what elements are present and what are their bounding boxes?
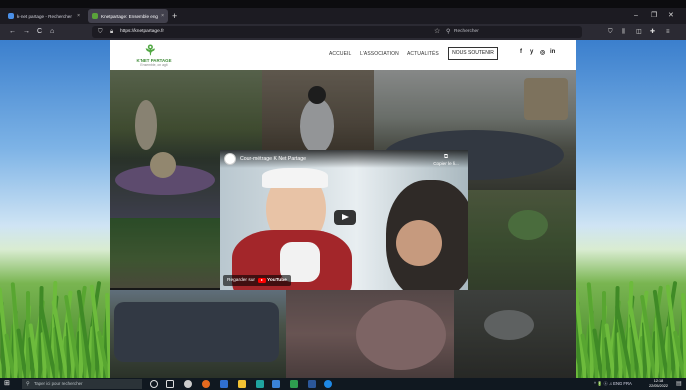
- reload-button[interactable]: C: [37, 26, 42, 38]
- browser-tab-bar: k-net partage - Rechercher × Knetpartage…: [0, 8, 686, 24]
- tab-search[interactable]: k-net partage - Rechercher ×: [4, 9, 84, 23]
- site-header: ⚘ K'NET PARTAGE Ensemble, on agit ACCUEI…: [110, 40, 576, 70]
- site-favicon-icon: [92, 13, 98, 19]
- address-bar[interactable]: ⛉ 🔒︎ https://knetpartage.fr ☆ ⚲ Recherch…: [92, 26, 582, 38]
- channel-avatar[interactable]: [224, 153, 236, 165]
- linkedin-icon[interactable]: in: [550, 49, 555, 55]
- instagram-icon[interactable]: ◎: [540, 49, 545, 56]
- maximize-button[interactable]: ❐: [651, 9, 657, 23]
- close-tab-icon[interactable]: ×: [161, 13, 164, 19]
- watch-label: Regarder sur: [227, 278, 255, 283]
- menu-icon[interactable]: ≡: [666, 26, 670, 38]
- youtube-video-player[interactable]: Cour-métrage K Net Partage ⧉ Copier le l…: [220, 150, 468, 290]
- search-placeholder: Rechercher: [454, 29, 479, 34]
- extensions-icon[interactable]: ✚: [650, 26, 655, 38]
- bookmark-star-icon[interactable]: ☆: [434, 26, 440, 38]
- site-logo[interactable]: ⚘ K'NET PARTAGE Ensemble, on agit: [132, 43, 176, 68]
- taskbar-search-placeholder: Taper ici pour rechercher: [34, 381, 83, 386]
- copy-icon: ⧉: [443, 154, 449, 160]
- tab-knetpartage[interactable]: Knetpartage: Ensemble engagés ×: [88, 9, 168, 23]
- library-icon[interactable]: ⫼: [622, 26, 625, 38]
- copy-link-label: Copier le li...: [433, 161, 459, 166]
- facebook-icon[interactable]: f: [520, 49, 522, 55]
- browser-nav-bar: ← → C ⌂ ⛉ 🔒︎ https://knetpartage.fr ☆ ⚲ …: [0, 24, 686, 40]
- twitter-icon[interactable]: y: [530, 49, 533, 55]
- watch-on-youtube-button[interactable]: Regarder sur YouTube: [223, 275, 291, 286]
- background-grass-left: [0, 40, 110, 378]
- settings-icon[interactable]: [184, 380, 192, 388]
- close-tab-icon[interactable]: ×: [77, 13, 80, 19]
- tab-label: k-net partage - Rechercher: [17, 13, 72, 19]
- new-tab-button[interactable]: +: [172, 10, 177, 22]
- video-title[interactable]: Cour-métrage K Net Partage: [240, 156, 306, 162]
- firefox-icon[interactable]: [202, 380, 210, 388]
- taskbar-clock[interactable]: 12:18 22/05/2022: [649, 379, 668, 389]
- cortana-icon[interactable]: [150, 380, 158, 388]
- file-explorer-icon[interactable]: [238, 380, 246, 388]
- logo-mark-icon: ⚘: [144, 42, 157, 58]
- url-text: https://knetpartage.fr: [120, 29, 164, 34]
- menu-association[interactable]: L'ASSOCIATION: [360, 51, 399, 57]
- back-button[interactable]: ←: [9, 26, 16, 38]
- notification-icon[interactable]: ▤: [676, 380, 682, 388]
- youtube-play-icon: [258, 277, 266, 284]
- taskbar-search-input[interactable]: ⚲ Taper ici pour rechercher: [22, 379, 142, 389]
- word-icon[interactable]: [220, 380, 228, 388]
- forward-button[interactable]: →: [23, 26, 30, 38]
- close-window-button[interactable]: ✕: [668, 9, 674, 23]
- menu-actualites[interactable]: ACTUALITÉS: [407, 51, 439, 57]
- search-icon: ⚲: [26, 381, 30, 387]
- search-icon: ⚲: [446, 29, 451, 35]
- tab-label: Knetpartage: Ensemble engagés: [101, 13, 158, 19]
- copy-link-button[interactable]: ⧉ Copier le li...: [428, 154, 464, 166]
- menu-accueil[interactable]: ACCUEIL: [329, 51, 351, 57]
- clock-date: 22/05/2022: [649, 384, 669, 388]
- site-container: ⚘ K'NET PARTAGE Ensemble, on agit ACCUEI…: [110, 40, 576, 378]
- thumbnail-man-face: [396, 220, 442, 266]
- windows-start-icon[interactable]: ⊞: [4, 380, 10, 388]
- minimize-button[interactable]: –: [634, 9, 638, 23]
- search-input[interactable]: ⚲ Rechercher: [444, 26, 582, 38]
- sidebar-icon[interactable]: ◫: [636, 26, 642, 38]
- youtube-logo: YouTube: [258, 277, 287, 284]
- system-tray[interactable]: ^ 🔋 ⓔ ♫ ENG FRA: [594, 378, 632, 390]
- home-button[interactable]: ⌂: [50, 26, 54, 38]
- task-view-icon[interactable]: [166, 380, 174, 388]
- web-page: ⚘ K'NET PARTAGE Ensemble, on agit ACCUEI…: [0, 40, 686, 378]
- windows-taskbar: ⊞ ⚲ Taper ici pour rechercher ^ 🔋 ⓔ ♫ EN…: [0, 378, 686, 390]
- shield-icon: ⛉: [98, 29, 103, 35]
- shield-icon[interactable]: ⛉: [608, 26, 613, 38]
- chrome-icon[interactable]: [324, 380, 332, 388]
- support-button[interactable]: NOUS SOUTENIR: [448, 47, 498, 60]
- youtube-wordmark: YouTube: [267, 278, 287, 283]
- lock-icon: 🔒︎: [110, 29, 114, 35]
- bing-icon: [8, 13, 14, 19]
- background-grass-right: [576, 40, 686, 378]
- screenshot: k-net partage - Rechercher × Knetpartage…: [0, 0, 686, 390]
- ie-icon[interactable]: [272, 380, 280, 388]
- play-button[interactable]: [334, 210, 356, 225]
- outlook-icon[interactable]: [308, 380, 316, 388]
- logo-tagline: Ensemble, on agit: [140, 63, 168, 67]
- excel-icon[interactable]: [290, 380, 298, 388]
- thumbnail-cap: [262, 168, 328, 188]
- edge-icon[interactable]: [256, 380, 264, 388]
